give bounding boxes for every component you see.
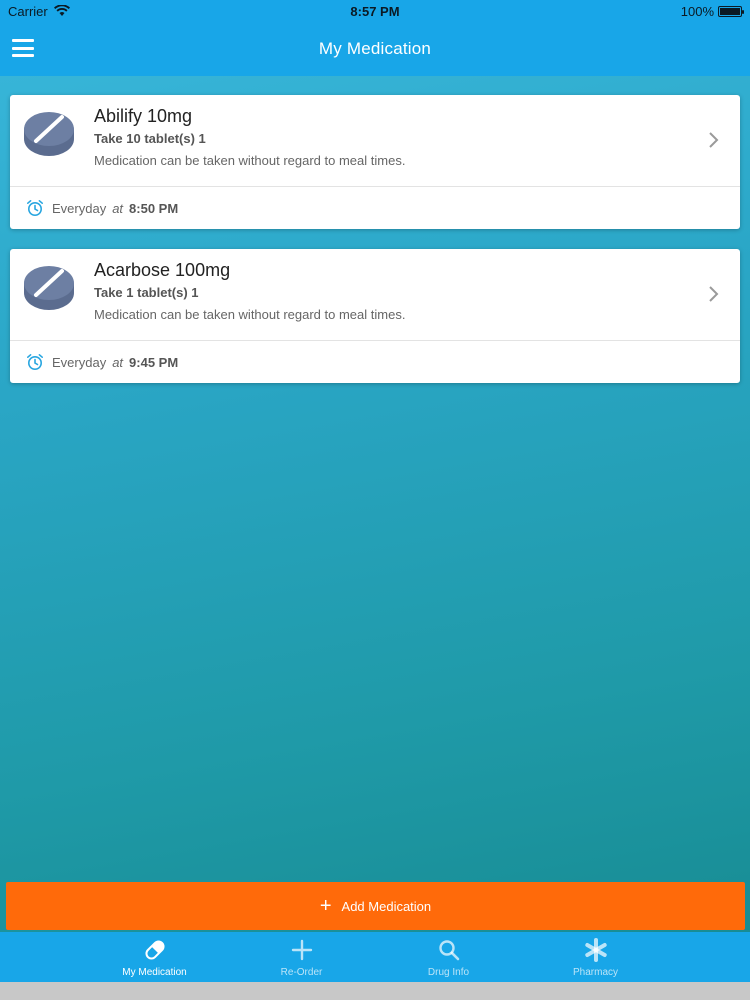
- tab-re-order[interactable]: Re-Order: [228, 932, 375, 982]
- medication-card[interactable]: Abilify 10mg Take 10 tablet(s) 1 Medicat…: [10, 95, 740, 229]
- pill-icon: [144, 939, 165, 960]
- medication-card-details: Acarbose 100mg Take 1 tablet(s) 1 Medica…: [10, 249, 740, 341]
- status-right: 100%: [680, 3, 744, 19]
- medication-schedule: Everyday at 9:45 PM: [10, 341, 740, 383]
- asterisk-icon: [584, 937, 607, 962]
- wifi-icon: [53, 5, 70, 16]
- medication-name: Abilify 10mg: [94, 106, 193, 126]
- carrier-label: Carrier: [8, 3, 48, 19]
- bottom-strip: [0, 982, 750, 1000]
- tab-label: Re-Order: [280, 966, 323, 978]
- medication-name: Acarbose 100mg: [94, 260, 231, 280]
- medication-note: Medication can be taken without regard t…: [94, 307, 406, 322]
- plus-icon: +: [319, 895, 332, 917]
- schedule-time: 8:50 PM: [129, 200, 179, 216]
- tab-my-medication[interactable]: My Medication: [81, 932, 228, 982]
- medication-card-details: Abilify 10mg Take 10 tablet(s) 1 Medicat…: [10, 95, 740, 187]
- schedule-at-label: at: [112, 354, 124, 370]
- tab-drug-info[interactable]: Drug Info: [375, 932, 522, 982]
- schedule-time: 9:45 PM: [129, 354, 179, 370]
- add-medication-button[interactable]: + Add Medication: [6, 882, 745, 930]
- medication-schedule: Everyday at 8:50 PM: [10, 187, 740, 229]
- chevron-right-icon[interactable]: [708, 131, 720, 149]
- hamburger-menu-icon[interactable]: [12, 39, 34, 57]
- tablet-icon: [24, 266, 74, 310]
- medication-note: Medication can be taken without regard t…: [94, 153, 406, 168]
- tab-pharmacy[interactable]: Pharmacy: [522, 932, 669, 982]
- alarm-clock-icon: [27, 354, 43, 370]
- plus-icon: [291, 939, 312, 960]
- medication-dose: Take 10 tablet(s) 1: [94, 131, 206, 146]
- tab-bar: My Medication Re-Order Drug Info Pharmac…: [0, 932, 750, 982]
- schedule-frequency: Everyday: [52, 354, 107, 370]
- tab-label: Pharmacy: [572, 966, 618, 978]
- medication-card[interactable]: Acarbose 100mg Take 1 tablet(s) 1 Medica…: [10, 249, 740, 383]
- status-left: Carrier: [8, 4, 70, 19]
- status-time: 8:57 PM: [350, 3, 400, 19]
- search-icon: [438, 939, 459, 960]
- schedule-frequency: Everyday: [52, 200, 107, 216]
- add-medication-label: Add Medication: [341, 898, 432, 914]
- chevron-right-icon[interactable]: [708, 285, 720, 303]
- battery-percent: 100%: [680, 3, 714, 19]
- battery-icon: [718, 5, 744, 17]
- tab-label: Drug Info: [427, 966, 470, 978]
- tab-label: My Medication: [122, 966, 187, 978]
- schedule-at-label: at: [112, 200, 124, 216]
- nav-bar: My Medication: [0, 22, 750, 76]
- medication-dose: Take 1 tablet(s) 1: [94, 285, 199, 300]
- tablet-icon: [24, 112, 74, 156]
- page-title: My Medication: [318, 39, 432, 58]
- alarm-clock-icon: [27, 200, 43, 216]
- status-bar: Carrier 8:57 PM 100%: [0, 0, 750, 22]
